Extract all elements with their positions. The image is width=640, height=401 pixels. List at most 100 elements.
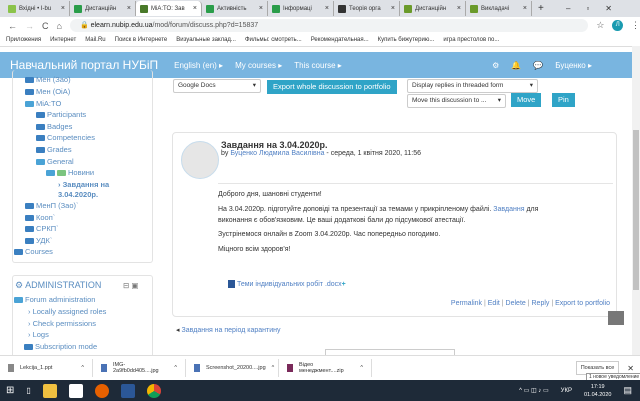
prev-discussion-link[interactable]: ◂ Завдання на період карантину bbox=[176, 326, 281, 334]
tree-item[interactable]: СРКП` bbox=[25, 224, 59, 233]
url-input[interactable]: 🔒 elearn.nubip.edu.ua/mod/forum/discuss.… bbox=[69, 19, 589, 32]
pin-button[interactable]: Pin bbox=[552, 93, 575, 107]
admin-item[interactable]: › Logs bbox=[28, 330, 49, 339]
close-icon[interactable]: × bbox=[325, 5, 329, 12]
tree-item[interactable]: Courses bbox=[14, 247, 53, 256]
tree-item[interactable]: Grades bbox=[36, 145, 72, 154]
permalink-link[interactable]: Permalink bbox=[451, 300, 482, 307]
close-icon[interactable]: × bbox=[391, 5, 395, 12]
browser-tab[interactable]: Теорія орга × bbox=[334, 1, 400, 16]
store-icon[interactable] bbox=[68, 383, 83, 398]
task-view-icon[interactable]: ▯ bbox=[26, 386, 30, 395]
language-indicator[interactable]: УКР bbox=[561, 388, 572, 394]
reload-icon[interactable]: C bbox=[42, 21, 49, 31]
my-courses-menu[interactable]: My courses ▸ bbox=[235, 61, 282, 70]
star-icon[interactable]: ☆ bbox=[596, 20, 604, 31]
user-menu[interactable]: Буценко ▸ bbox=[555, 61, 592, 70]
menu-icon[interactable]: ⋮ bbox=[631, 20, 640, 31]
task-link[interactable]: Завдання bbox=[493, 206, 524, 213]
tree-item[interactable]: MiA:TO bbox=[25, 99, 61, 108]
user-avatar[interactable] bbox=[181, 141, 219, 179]
browser-tab[interactable]: Вхідні • I-bu × bbox=[4, 1, 70, 16]
tree-item[interactable]: УДК` bbox=[25, 236, 52, 245]
tree-item[interactable]: Participants bbox=[36, 110, 86, 119]
download-item[interactable]: Lekcija_1.ppt ^ bbox=[0, 359, 93, 377]
admin-item[interactable]: › Check permissions bbox=[28, 319, 96, 328]
new-tab-button[interactable]: + bbox=[538, 3, 544, 14]
tab-label: Дистанційн bbox=[85, 5, 117, 12]
browser-tab-active[interactable]: MiA:TO: Зав × bbox=[136, 1, 202, 16]
admin-item[interactable]: Forum administration bbox=[14, 295, 95, 304]
bookmark[interactable]: Визуальные заклад... bbox=[176, 37, 236, 43]
back-icon[interactable]: ← bbox=[8, 21, 17, 31]
bookmark[interactable]: Фильмы: смотреть... bbox=[245, 37, 302, 43]
file-explorer-icon[interactable] bbox=[42, 383, 57, 398]
profile-avatar[interactable]: Л bbox=[612, 20, 623, 31]
close-icon[interactable]: × bbox=[61, 5, 65, 12]
admin-item[interactable]: › Locally assigned roles bbox=[28, 307, 106, 316]
home-icon[interactable]: ⌂ bbox=[57, 21, 62, 31]
close-icon[interactable]: × bbox=[259, 5, 263, 12]
download-item[interactable]: Відео менеджмент....zip ^ bbox=[279, 359, 372, 377]
this-course-menu[interactable]: This course ▸ bbox=[294, 61, 342, 70]
notifications-icon[interactable]: ▤ bbox=[623, 385, 632, 396]
delete-link[interactable]: Delete bbox=[506, 300, 526, 307]
plus-icon[interactable]: + bbox=[342, 281, 346, 288]
admin-item[interactable]: Subscription mode bbox=[24, 342, 97, 351]
portfolio-format-select[interactable]: Google Docs ▾ bbox=[173, 79, 261, 93]
language-menu[interactable]: English (en) ▸ bbox=[174, 61, 223, 70]
browser-tab[interactable]: Активність × bbox=[202, 1, 268, 16]
tree-item[interactable]: Кооп` bbox=[25, 213, 55, 222]
browser-tab[interactable]: Інформаці × bbox=[268, 1, 334, 16]
window-controls[interactable]: –▫✕ bbox=[566, 4, 628, 13]
block-controls[interactable]: ⊟ ▣ bbox=[123, 281, 138, 290]
move-discussion-select[interactable]: Move this discussion to ... ▾ bbox=[407, 94, 506, 108]
tree-item-current[interactable]: › Завдання на 3.04.2020р. bbox=[58, 180, 109, 200]
close-icon[interactable]: × bbox=[193, 5, 197, 12]
export-discussion-button[interactable]: Export whole discussion to portfolio bbox=[267, 80, 397, 94]
bookmark[interactable]: Интернет bbox=[50, 37, 76, 43]
tree-item[interactable]: Badges bbox=[36, 122, 72, 131]
tree-item[interactable]: Мен (ОіА) bbox=[25, 87, 70, 96]
word-icon[interactable] bbox=[120, 383, 135, 398]
settings-icon[interactable]: ⚙ bbox=[492, 61, 499, 70]
scrollbar-thumb[interactable] bbox=[633, 130, 639, 290]
attachment[interactable]: Теми індивідуальних робіт .docx+ bbox=[228, 280, 346, 288]
attachment-link[interactable]: Теми індивідуальних робіт .docx bbox=[237, 281, 342, 288]
tree-item[interactable]: General bbox=[36, 157, 74, 166]
forward-icon[interactable]: → bbox=[25, 21, 34, 31]
download-item[interactable]: IMG-2a9fb0dd405....jpg ^ bbox=[93, 359, 186, 377]
close-downloads-icon[interactable]: ✕ bbox=[627, 364, 634, 373]
display-mode-select[interactable]: Display replies in threaded form ▾ bbox=[407, 79, 538, 93]
export-portfolio-link[interactable]: Export to portfolio bbox=[555, 300, 610, 307]
bookmark[interactable]: Купить бижутерию... bbox=[378, 37, 435, 43]
tree-item[interactable]: Новини bbox=[46, 168, 94, 177]
author-link[interactable]: Буценко Людмила Василівна bbox=[230, 150, 324, 157]
browser-tab[interactable]: Дистанційн × bbox=[400, 1, 466, 16]
edit-link[interactable]: Edit bbox=[488, 300, 500, 307]
tree-item[interactable]: Мен (Зао) bbox=[25, 75, 71, 84]
reply-link[interactable]: Reply bbox=[532, 300, 550, 307]
browser-tab[interactable]: Викладачі × bbox=[466, 1, 532, 16]
tree-item[interactable]: МенП (Зао)` bbox=[25, 201, 78, 210]
back-to-top-button[interactable] bbox=[608, 311, 624, 325]
tree-item[interactable]: Competencies bbox=[36, 133, 95, 142]
browser-tab[interactable]: Дистанційн × bbox=[70, 1, 136, 16]
bookmark[interactable]: игра престолов по... bbox=[443, 37, 499, 43]
bell-icon[interactable]: 🔔 bbox=[511, 61, 521, 70]
messages-icon[interactable]: 💬 bbox=[533, 61, 543, 70]
bookmark[interactable]: Mail.Ru bbox=[85, 37, 105, 43]
download-item[interactable]: Screenshot_20200....jpg ^ bbox=[186, 359, 279, 377]
firefox-icon[interactable] bbox=[94, 383, 109, 398]
close-icon[interactable]: × bbox=[457, 5, 461, 12]
close-icon[interactable]: × bbox=[523, 5, 527, 12]
clock[interactable]: 17:19 01.04.2020 bbox=[584, 383, 612, 399]
bookmark[interactable]: Рекомендательная... bbox=[311, 37, 369, 43]
move-button[interactable]: Move bbox=[511, 93, 542, 107]
windows-start-icon[interactable]: ⊞ bbox=[6, 385, 14, 396]
tray-icons[interactable]: ^ ▭ ◫ ♪ ▭ bbox=[519, 387, 549, 394]
bookmark[interactable]: Поиск в Интернете bbox=[115, 37, 168, 43]
bookmark[interactable]: Приложения bbox=[6, 37, 41, 43]
close-icon[interactable]: × bbox=[127, 5, 131, 12]
chrome-icon[interactable] bbox=[146, 383, 161, 398]
